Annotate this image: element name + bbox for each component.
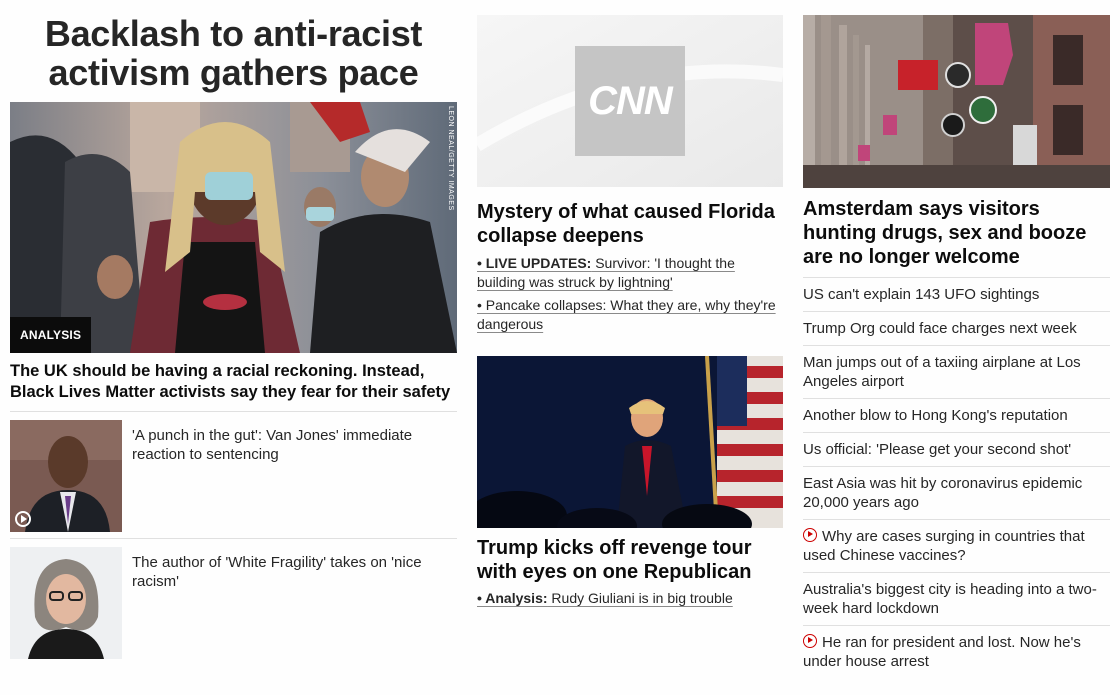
amsterdam-photo [803, 15, 1110, 188]
hero-photo [10, 102, 457, 353]
middle-column: CNN Mystery of what caused Florida colla… [477, 0, 783, 608]
right-column: Amsterdam says visitors hunting drugs, s… [803, 0, 1110, 678]
list-item[interactable]: US can't explain 143 UFO sightings [803, 278, 1110, 312]
video-play-icon [803, 528, 817, 542]
live-updates-label: • LIVE UPDATES: [477, 255, 592, 271]
list-item[interactable]: Trump Org could face charges next week [803, 312, 1110, 346]
trump-subitem: • Analysis: Rudy Giuliani is in big trou… [477, 589, 783, 608]
story-thumbnail [10, 547, 122, 659]
lead-column: Backlash to anti-racist activism gathers… [10, 0, 457, 665]
story-row-van-jones[interactable]: 'A punch in the gut': Van Jones' immedia… [10, 412, 457, 539]
headline-list: US can't explain 143 UFO sightings Trump… [803, 277, 1110, 678]
amsterdam-title: Amsterdam says visitors hunting drugs, s… [803, 198, 1087, 268]
story-thumbnail [10, 420, 122, 532]
hero-title: The UK should be having a racial reckoni… [10, 361, 457, 412]
analysis-label: • Analysis: [477, 590, 548, 606]
list-item-text: Man jumps out of a taxiing airplane at L… [803, 354, 1081, 390]
pancake-collapses-link[interactable]: • Pancake collapses: What they are, why … [477, 297, 776, 332]
list-item-text: Why are cases surging in countries that … [803, 528, 1085, 564]
section-headline-link[interactable]: Backlash to anti-racist activism gathers… [10, 14, 457, 92]
giuliani-analysis-link[interactable]: • Analysis: Rudy Giuliani is in big trou… [477, 590, 733, 606]
video-play-icon [803, 634, 817, 648]
hero-title-link[interactable]: The UK should be having a racial reckoni… [10, 361, 457, 412]
list-item-text: Australia's biggest city is heading into… [803, 581, 1097, 617]
flag [705, 356, 783, 528]
story-headline: 'A punch in the gut': Van Jones' immedia… [132, 427, 413, 463]
story-headline: The author of 'White Fragility' takes on… [132, 554, 422, 590]
trump-photo [477, 356, 783, 528]
author-photo [10, 547, 122, 659]
list-item-video[interactable]: Why are cases surging in countries that … [803, 520, 1110, 573]
list-item-text: Us official: 'Please get your second sho… [803, 441, 1072, 458]
list-item-video[interactable]: He ran for president and lost. Now he's … [803, 626, 1110, 678]
list-item-text: He ran for president and lost. Now he's … [803, 634, 1081, 670]
photo-credit: LEON NEAL/GETTY IMAGES [447, 106, 454, 211]
list-item[interactable]: Another blow to Hong Kong's reputation [803, 399, 1110, 433]
list-item-text: US can't explain 143 UFO sightings [803, 286, 1040, 303]
florida-subitem-pancake: • Pancake collapses: What they are, why … [477, 296, 783, 334]
amsterdam-card-image[interactable] [803, 15, 1110, 188]
live-updates-link[interactable]: • LIVE UPDATES: Survivor: 'I thought the… [477, 255, 735, 290]
cnn-logo-icon: CNN [588, 78, 673, 123]
story-row-white-fragility[interactable]: The author of 'White Fragility' takes on… [10, 539, 457, 665]
giuliani-text: Rudy Giuliani is in big trouble [547, 590, 733, 606]
florida-subitem-live: • LIVE UPDATES: Survivor: 'I thought the… [477, 254, 783, 292]
list-item[interactable]: East Asia was hit by coronavirus epidemi… [803, 467, 1110, 520]
play-icon [15, 511, 31, 527]
trump-title-link[interactable]: Trump kicks off revenge tour with eyes o… [477, 536, 783, 584]
list-item[interactable]: Australia's biggest city is heading into… [803, 573, 1110, 626]
trump-title: Trump kicks off revenge tour with eyes o… [477, 537, 752, 583]
list-item[interactable]: Us official: 'Please get your second sho… [803, 433, 1110, 467]
trump-card-image[interactable] [477, 356, 783, 528]
section-headline: Backlash to anti-racist activism gathers… [44, 13, 423, 93]
florida-title-link[interactable]: Mystery of what caused Florida collapse … [477, 200, 783, 248]
analysis-badge: ANALYSIS [10, 317, 92, 353]
list-item[interactable]: Man jumps out of a taxiing airplane at L… [803, 346, 1110, 399]
list-item-text: East Asia was hit by coronavirus epidemi… [803, 475, 1083, 511]
florida-card-image[interactable]: CNN [477, 15, 783, 187]
amsterdam-title-link[interactable]: Amsterdam says visitors hunting drugs, s… [803, 197, 1110, 269]
list-item-text: Trump Org could face charges next week [803, 320, 1077, 337]
florida-title: Mystery of what caused Florida collapse … [477, 201, 775, 247]
list-item-text: Another blow to Hong Kong's reputation [803, 407, 1068, 424]
hero-image[interactable]: LEON NEAL/GETTY IMAGES ANALYSIS [10, 102, 457, 353]
